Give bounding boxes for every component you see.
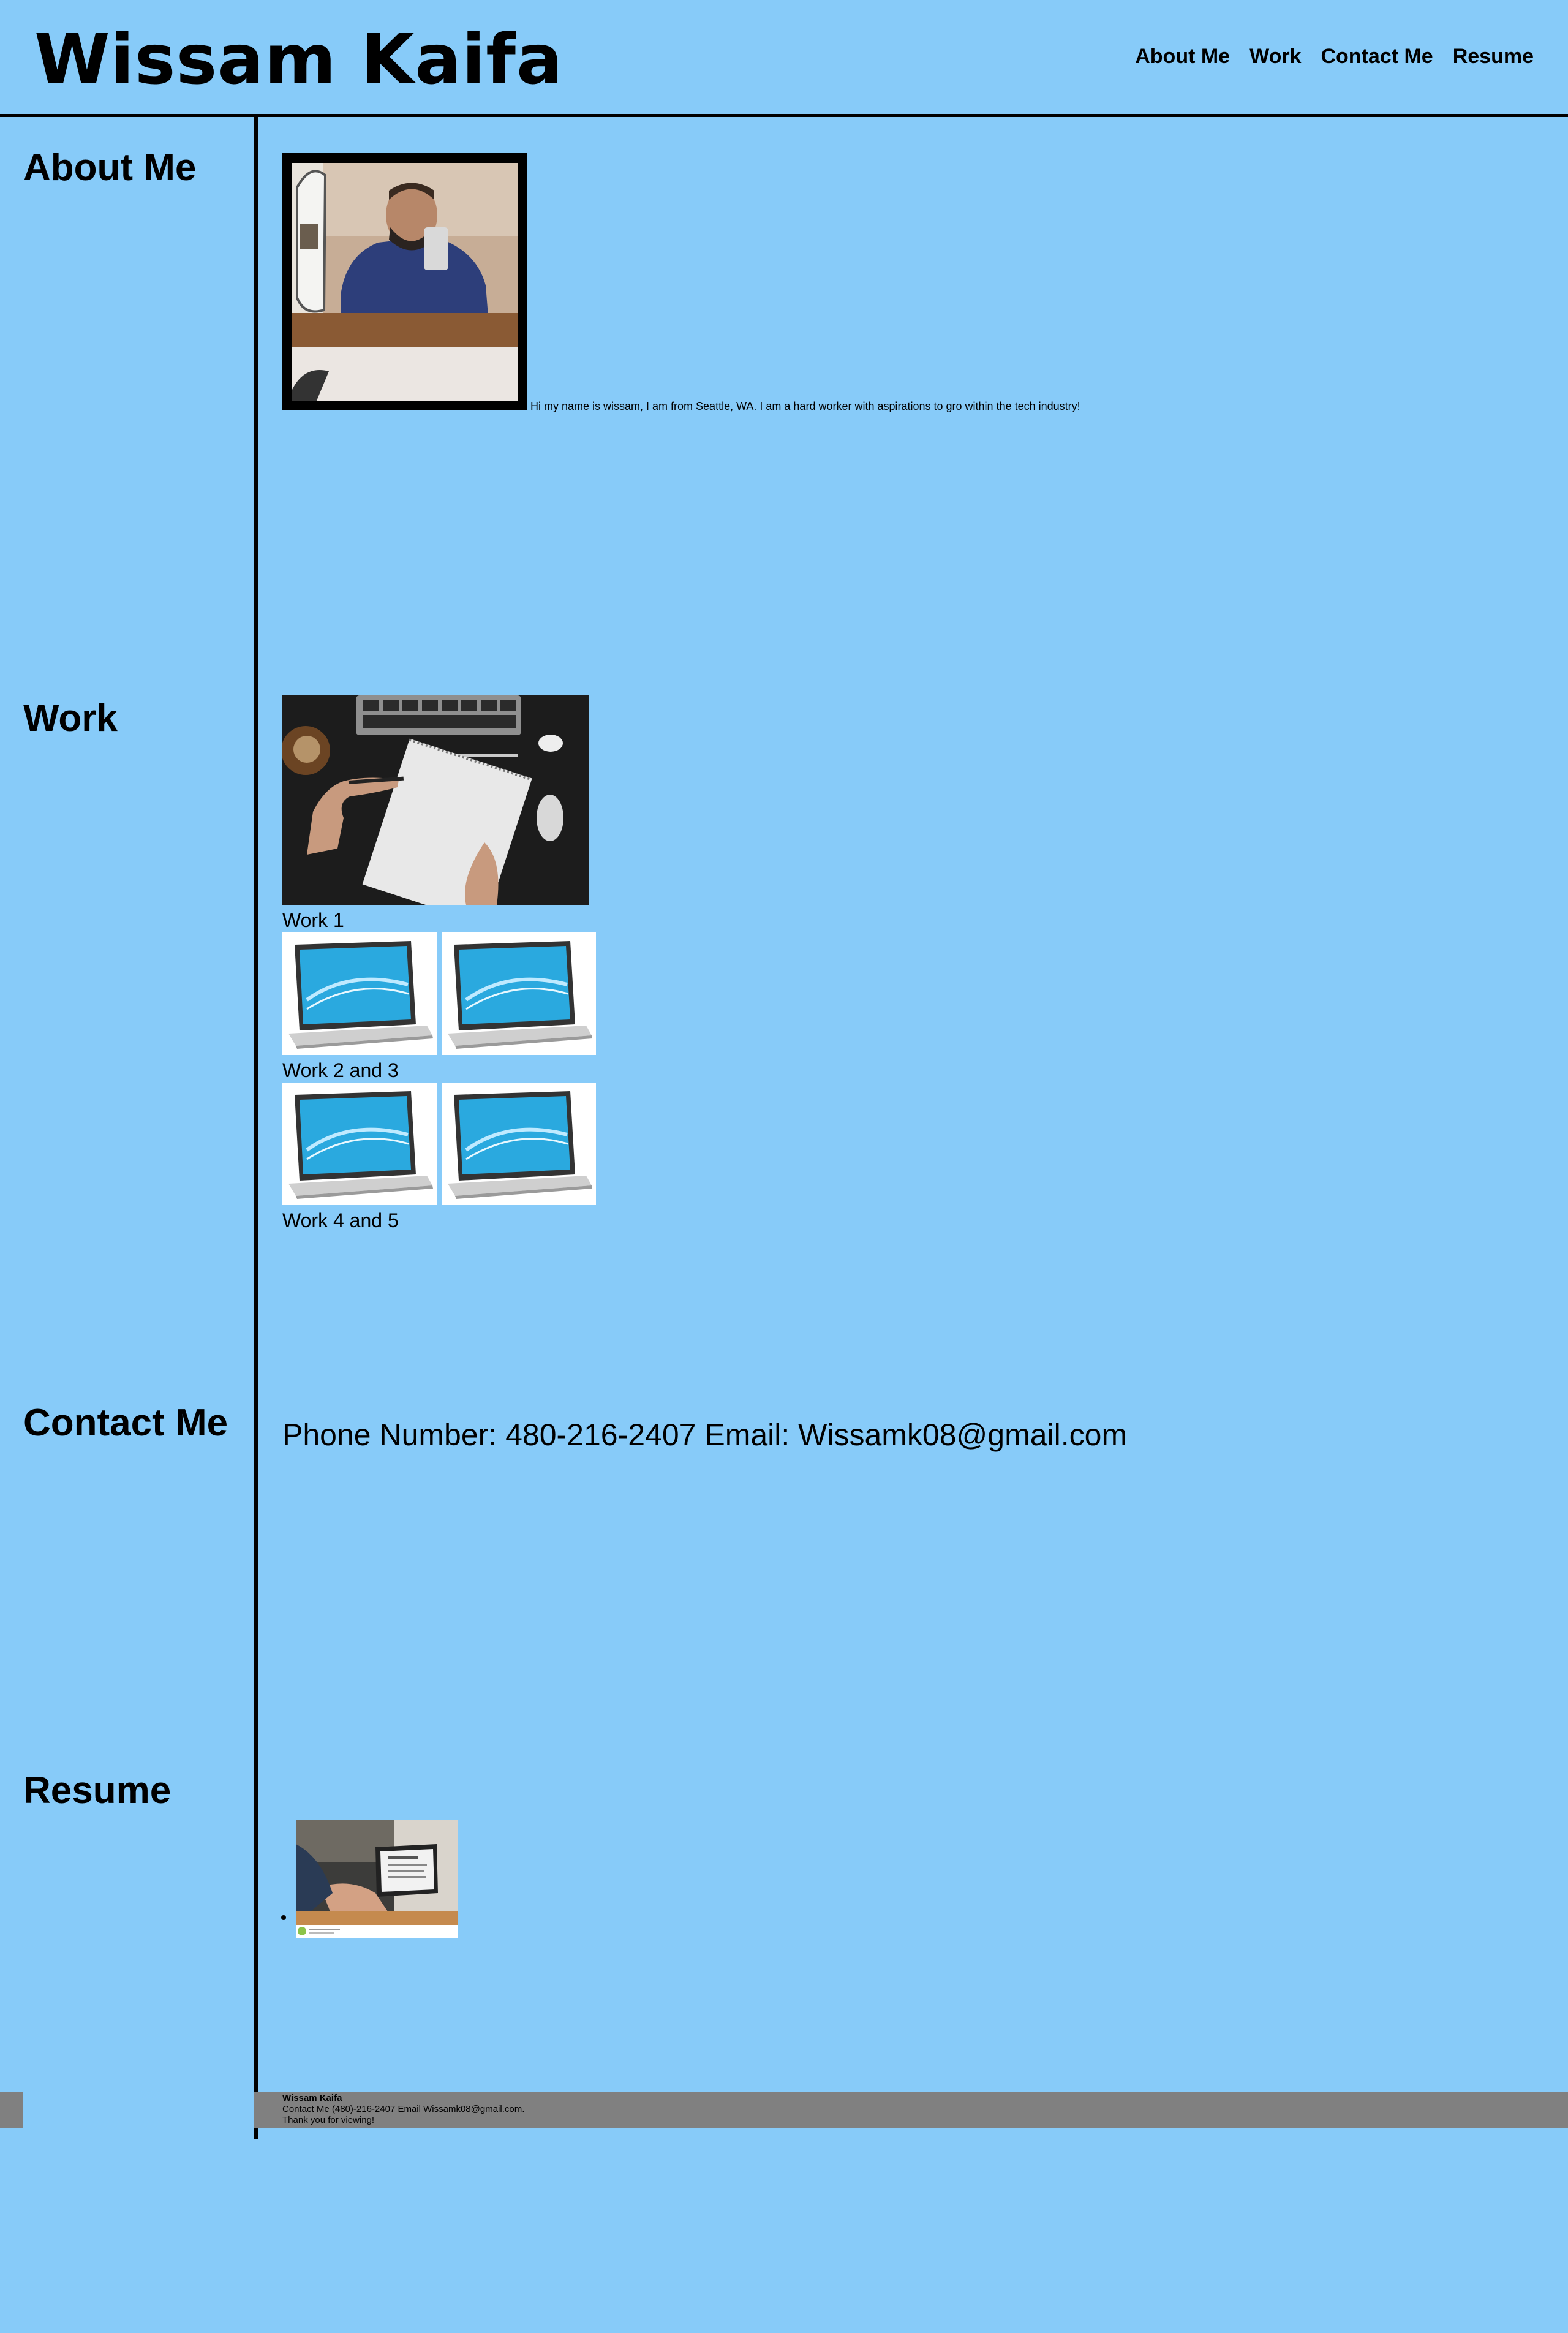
- about-text: Hi my name is wissam, I am from Seattle,…: [530, 400, 1080, 412]
- footer-spacer: [23, 2092, 254, 2128]
- nav-link-contact[interactable]: Contact Me: [1321, 43, 1433, 70]
- work-image-laptop[interactable]: [282, 1083, 437, 1205]
- work-image-laptop[interactable]: [442, 1083, 596, 1205]
- profile-photo: [282, 153, 527, 410]
- main-nav: About Me Work Contact Me Resume: [1135, 43, 1534, 70]
- sidebar-divider: [254, 117, 258, 2139]
- work-image-laptop[interactable]: [442, 932, 596, 1055]
- section-heading-about: About Me: [23, 146, 197, 189]
- work-caption-2-3: Work 2 and 3: [282, 1059, 399, 1081]
- work-image-laptop[interactable]: [282, 932, 437, 1055]
- section-heading-contact: Contact Me: [23, 1402, 228, 1444]
- footer-text: Wissam Kaifa Contact Me (480)-216-2407 E…: [282, 2093, 524, 2126]
- contact-info: Phone Number: 480-216-2407 Email: Wissam…: [282, 1418, 1128, 1452]
- section-heading-work: Work: [23, 697, 118, 739]
- footer-thanks: Thank you for viewing!: [282, 2115, 375, 2125]
- nav-link-work[interactable]: Work: [1250, 43, 1301, 70]
- list-bullet: [281, 1915, 286, 1920]
- work-caption-1: Work 1: [282, 909, 344, 931]
- site-title: Wissam Kaifa: [34, 20, 564, 100]
- site-footer: Wissam Kaifa Contact Me (480)-216-2407 E…: [0, 2092, 1568, 2128]
- resume-image[interactable]: [296, 1820, 458, 1938]
- footer-name: Wissam Kaifa: [282, 2093, 342, 2103]
- site-header: Wissam Kaifa About Me Work Contact Me Re…: [0, 0, 1568, 117]
- work-caption-4-5: Work 4 and 5: [282, 1209, 399, 1231]
- section-heading-resume: Resume: [23, 1769, 172, 1812]
- nav-link-about[interactable]: About Me: [1135, 43, 1230, 70]
- work-image-desk[interactable]: [282, 695, 589, 905]
- footer-contact: Contact Me (480)-216-2407 Email Wissamk0…: [282, 2104, 525, 2114]
- nav-link-resume[interactable]: Resume: [1453, 43, 1534, 70]
